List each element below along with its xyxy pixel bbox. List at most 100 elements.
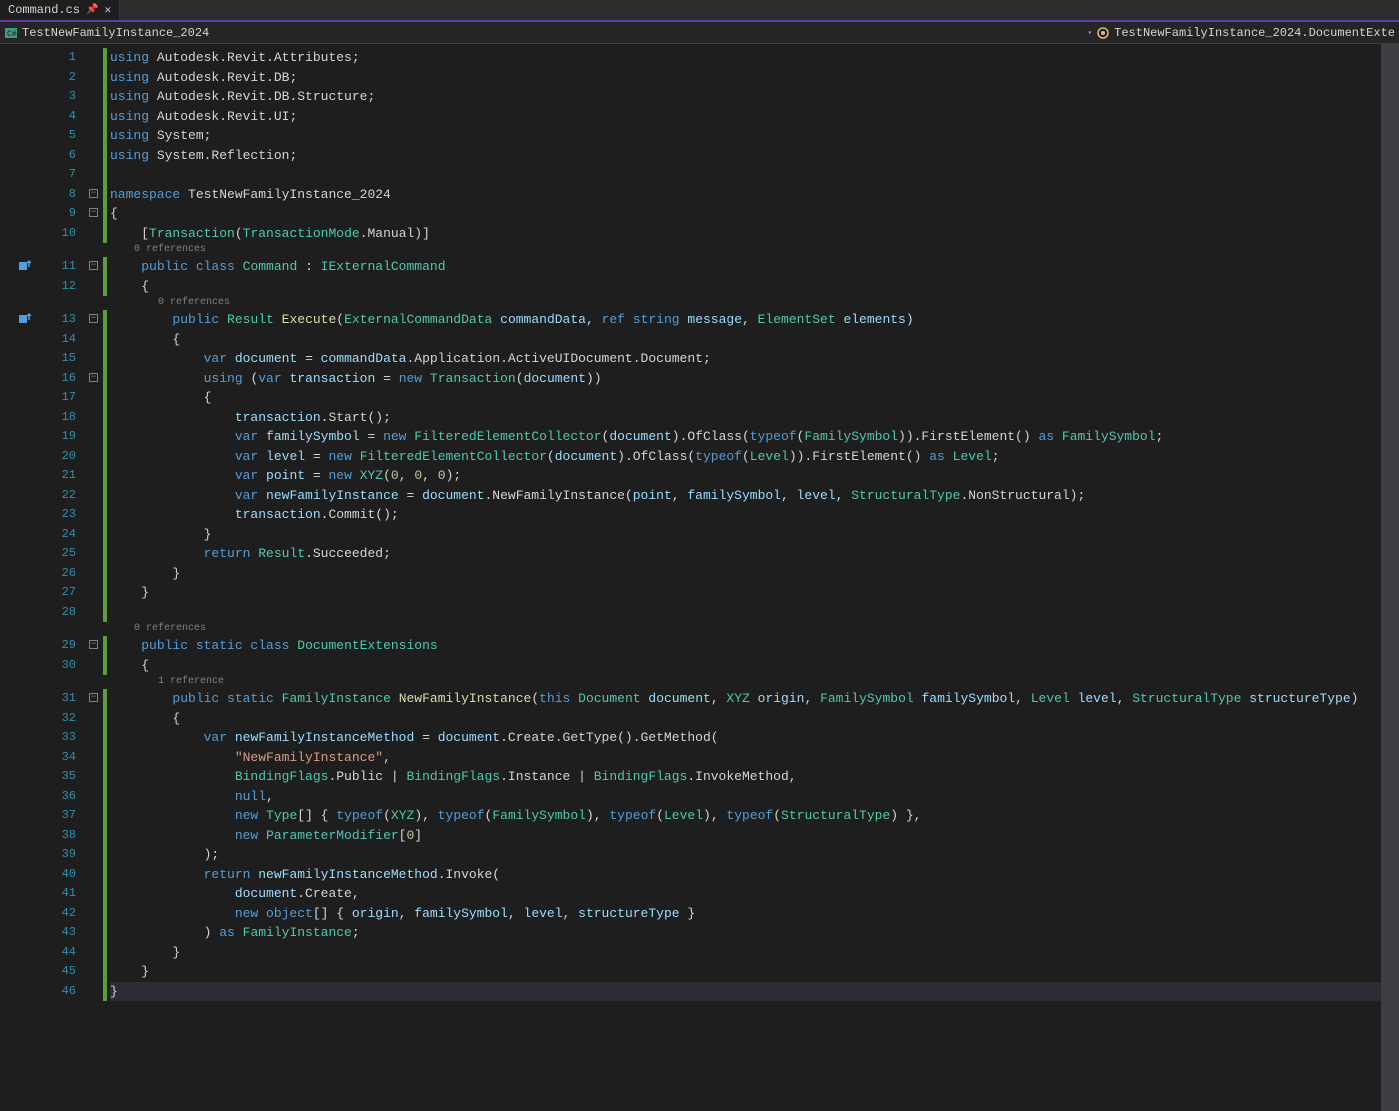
code-line[interactable]: } <box>110 943 1381 963</box>
fold-toggle[interactable]: − <box>89 314 98 323</box>
code-line[interactable] <box>110 165 1381 185</box>
change-marker <box>103 728 107 748</box>
code-line[interactable]: { <box>110 277 1381 297</box>
line-number: 31 <box>40 689 76 709</box>
code-line[interactable]: var newFamilyInstance = document.NewFami… <box>110 486 1381 506</box>
code-line[interactable] <box>110 603 1381 623</box>
class-icon <box>1096 26 1110 40</box>
change-marker <box>103 943 107 963</box>
code-line[interactable]: return Result.Succeeded; <box>110 544 1381 564</box>
change-marker <box>103 277 107 297</box>
code-line[interactable]: { <box>110 656 1381 676</box>
line-number: 36 <box>40 787 76 807</box>
code-line[interactable]: var newFamilyInstanceMethod = document.C… <box>110 728 1381 748</box>
code-line[interactable]: BindingFlags.Public | BindingFlags.Insta… <box>110 767 1381 787</box>
fold-toggle[interactable]: − <box>89 208 98 217</box>
line-number: 26 <box>40 564 76 584</box>
code-suggestion-icon[interactable] <box>18 312 32 326</box>
svg-text:C#: C# <box>7 30 17 39</box>
change-marker <box>103 525 107 545</box>
fold-toggle[interactable]: − <box>89 693 98 702</box>
line-number: 10 <box>40 224 76 244</box>
code-line[interactable]: new object[] { origin, familySymbol, lev… <box>110 904 1381 924</box>
code-line[interactable]: using Autodesk.Revit.UI; <box>110 107 1381 127</box>
code-line[interactable]: ) as FamilyInstance; <box>110 923 1381 943</box>
code-line[interactable]: transaction.Start(); <box>110 408 1381 428</box>
fold-toggle[interactable]: − <box>89 373 98 382</box>
pin-icon[interactable]: 📌 <box>86 4 98 16</box>
editor[interactable]: 1234567891011121314151617181920212223242… <box>0 44 1399 1111</box>
code-line[interactable]: public Result Execute(ExternalCommandDat… <box>110 310 1381 330</box>
code-line[interactable]: using Autodesk.Revit.Attributes; <box>110 48 1381 68</box>
code-line[interactable]: namespace TestNewFamilyInstance_2024 <box>110 185 1381 205</box>
line-number: 45 <box>40 962 76 982</box>
change-marker <box>103 427 107 447</box>
code-line[interactable]: using System; <box>110 126 1381 146</box>
nav-scope-right[interactable]: ▾ TestNewFamilyInstance_2024.DocumentExt… <box>1087 26 1395 40</box>
fold-toggle[interactable]: − <box>89 261 98 270</box>
change-marker <box>103 204 107 224</box>
line-number: 37 <box>40 806 76 826</box>
change-marker <box>103 330 107 350</box>
change-marker <box>103 68 107 88</box>
change-marker <box>103 408 107 428</box>
line-number: 4 <box>40 107 76 127</box>
line-number: 18 <box>40 408 76 428</box>
code-line[interactable]: } <box>110 982 1381 1002</box>
codelens-reference[interactable]: 0 references <box>110 296 1381 310</box>
line-number: 15 <box>40 349 76 369</box>
code-line[interactable]: public class Command : IExternalCommand <box>110 257 1381 277</box>
fold-toggle[interactable]: − <box>89 640 98 649</box>
change-marker <box>103 689 107 709</box>
code-line[interactable]: var point = new XYZ(0, 0, 0); <box>110 466 1381 486</box>
change-marker <box>103 709 107 729</box>
line-number: 11 <box>40 257 76 277</box>
change-marker <box>103 904 107 924</box>
line-number: 34 <box>40 748 76 768</box>
codelens-reference[interactable]: 0 references <box>110 622 1381 636</box>
code-line[interactable]: } <box>110 583 1381 603</box>
code-line[interactable]: public static FamilyInstance NewFamilyIn… <box>110 689 1381 709</box>
code-line[interactable]: } <box>110 525 1381 545</box>
code-line[interactable]: } <box>110 564 1381 584</box>
code-line[interactable]: using Autodesk.Revit.DB.Structure; <box>110 87 1381 107</box>
code-line[interactable]: { <box>110 330 1381 350</box>
code-line[interactable]: new Type[] { typeof(XYZ), typeof(FamilyS… <box>110 806 1381 826</box>
code-line[interactable]: { <box>110 204 1381 224</box>
line-number: 42 <box>40 904 76 924</box>
chevron-down-icon[interactable]: ▾ <box>1087 28 1092 38</box>
code-line[interactable]: ); <box>110 845 1381 865</box>
codelens-reference[interactable]: 0 references <box>110 243 1381 257</box>
vertical-scrollbar[interactable] <box>1381 44 1399 1111</box>
code-line[interactable]: var familySymbol = new FilteredElementCo… <box>110 427 1381 447</box>
line-number-gutter: 1234567891011121314151617181920212223242… <box>40 44 88 1111</box>
code-line[interactable]: { <box>110 388 1381 408</box>
code-line[interactable]: null, <box>110 787 1381 807</box>
nav-member-text: TestNewFamilyInstance_2024.DocumentExte <box>1114 26 1395 40</box>
code-line[interactable]: using System.Reflection; <box>110 146 1381 166</box>
code-line[interactable]: var level = new FilteredElementCollector… <box>110 447 1381 467</box>
code-line[interactable]: { <box>110 709 1381 729</box>
code-suggestion-icon[interactable] <box>18 259 32 273</box>
code-line[interactable]: using Autodesk.Revit.DB; <box>110 68 1381 88</box>
code-line[interactable]: using (var transaction = new Transaction… <box>110 369 1381 389</box>
code-line[interactable]: return newFamilyInstanceMethod.Invoke( <box>110 865 1381 885</box>
line-number: 8 <box>40 185 76 205</box>
code-line[interactable]: public static class DocumentExtensions <box>110 636 1381 656</box>
code-line[interactable]: } <box>110 962 1381 982</box>
change-marker <box>103 224 107 244</box>
code-line[interactable]: transaction.Commit(); <box>110 505 1381 525</box>
line-number: 35 <box>40 767 76 787</box>
code-area[interactable]: using Autodesk.Revit.Attributes;using Au… <box>108 44 1381 1111</box>
code-line[interactable]: "NewFamilyInstance", <box>110 748 1381 768</box>
code-line[interactable]: var document = commandData.Application.A… <box>110 349 1381 369</box>
codelens-reference[interactable]: 1 reference <box>110 675 1381 689</box>
code-line[interactable]: document.Create, <box>110 884 1381 904</box>
fold-toggle[interactable]: − <box>89 189 98 198</box>
line-number: 14 <box>40 330 76 350</box>
file-tab[interactable]: Command.cs 📌 ✕ <box>0 0 120 20</box>
code-line[interactable]: [Transaction(TransactionMode.Manual)] <box>110 224 1381 244</box>
close-icon[interactable]: ✕ <box>104 3 111 17</box>
nav-scope-left[interactable]: C# TestNewFamilyInstance_2024 <box>4 26 209 40</box>
code-line[interactable]: new ParameterModifier[0] <box>110 826 1381 846</box>
